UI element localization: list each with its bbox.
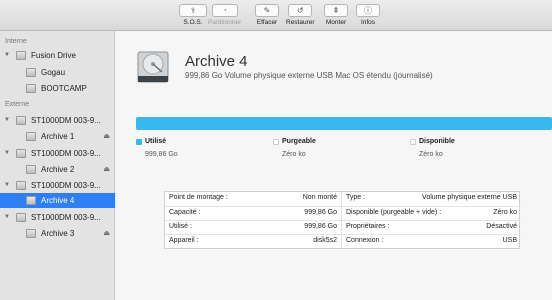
partition-icon: ◔ bbox=[211, 4, 238, 17]
eject-icon[interactable]: ⏏ bbox=[103, 162, 110, 177]
sidebar: Interne ▼ Fusion Drive Gogau BOOTCAMP Ex… bbox=[0, 31, 115, 300]
sidebar-item-archive-3[interactable]: Archive 3 ⏏ bbox=[0, 226, 115, 241]
disclosure-triangle-icon[interactable]: ▼ bbox=[4, 113, 10, 128]
info-value: Zéro ko bbox=[493, 209, 517, 216]
legend-label: Purgeable bbox=[282, 138, 316, 145]
info-key: Connexion : bbox=[346, 237, 384, 244]
sidebar-item-archive-4[interactable]: Archive 4 bbox=[0, 193, 115, 208]
eject-icon[interactable]: ⏏ bbox=[103, 226, 110, 241]
external-disk-icon bbox=[16, 116, 26, 125]
external-disk-icon bbox=[16, 181, 26, 190]
sidebar-item-archive-2[interactable]: Archive 2 ⏏ bbox=[0, 162, 115, 177]
sidebar-item-label: Archive 1 bbox=[41, 132, 75, 141]
sidebar-item-archive-1[interactable]: Archive 1 ⏏ bbox=[0, 129, 115, 144]
eject-icon[interactable]: ⏏ bbox=[103, 129, 110, 144]
sidebar-item-label: Archive 4 bbox=[41, 196, 75, 205]
sidebar-item-label: ST1000DM 003-9... bbox=[31, 213, 101, 222]
info-row: Appareil : disk5s2 Connexion : USB bbox=[165, 234, 521, 248]
info-row: Capacité : 999,86 Go Disponible (purgeab… bbox=[165, 206, 521, 220]
legend-swatch bbox=[273, 139, 279, 145]
info-key: Disponible (purgeable + vide) : bbox=[346, 209, 442, 216]
partition-label: Partitionner bbox=[208, 19, 242, 26]
info-value: disk5s2 bbox=[313, 237, 337, 244]
usage-bar bbox=[136, 117, 552, 130]
sidebar-item-label: ST1000DM 003-9... bbox=[31, 149, 101, 158]
volume-icon bbox=[26, 68, 36, 77]
info-label: Infos bbox=[360, 19, 376, 26]
legend-value: Zéro ko bbox=[282, 151, 306, 158]
sidebar-item-label: Archive 2 bbox=[41, 165, 75, 174]
sidebar-item-disk-2[interactable]: ▼ ST1000DM 003-9... bbox=[0, 146, 115, 161]
info-value: 999,86 Go bbox=[304, 223, 337, 230]
legend-value: Zéro ko bbox=[419, 151, 443, 158]
info-row: Utilisé : 999,86 Go Propriétaires : Désa… bbox=[165, 220, 521, 234]
erase-label: Effacer bbox=[256, 19, 278, 26]
info-value: 999,86 Go bbox=[304, 209, 337, 216]
volume-description: 999,86 Go Volume physique externe USB Ma… bbox=[185, 71, 433, 80]
sidebar-item-label: Gogau bbox=[41, 68, 66, 77]
mount-button[interactable]: ⇞ Monter bbox=[324, 4, 348, 26]
sidebar-item-disk-1[interactable]: ▼ ST1000DM 003-9... bbox=[0, 113, 115, 128]
sidebar-item-gogau[interactable]: Gogau bbox=[0, 65, 115, 80]
info-icon: ⓘ bbox=[356, 4, 380, 17]
partition-button[interactable]: ◔ Partitionner bbox=[208, 4, 241, 26]
volume-icon bbox=[26, 84, 36, 93]
mount-icon: ⇞ bbox=[324, 4, 348, 17]
info-key: Capacité : bbox=[169, 209, 201, 216]
sos-button[interactable]: ⚕ S.O.S. bbox=[179, 4, 207, 26]
legend-label: Disponible bbox=[419, 138, 455, 145]
sidebar-item-bootcamp[interactable]: BOOTCAMP bbox=[0, 81, 115, 96]
section-header-internal: Interne bbox=[5, 38, 27, 45]
info-value: Désactivé bbox=[486, 223, 517, 230]
info-key: Appareil : bbox=[169, 237, 199, 244]
info-divider bbox=[341, 192, 342, 248]
info-key: Propriétaires : bbox=[346, 223, 390, 230]
disclosure-triangle-icon[interactable]: ▼ bbox=[4, 210, 10, 225]
legend-label: Utilisé bbox=[145, 138, 167, 145]
mount-label: Monter bbox=[325, 19, 347, 26]
info-button[interactable]: ⓘ Infos bbox=[356, 4, 380, 26]
sidebar-item-label: Archive 3 bbox=[41, 229, 75, 238]
info-value: Volume physique externe USB bbox=[422, 194, 517, 201]
sidebar-item-disk-3[interactable]: ▼ ST1000DM 003-9... bbox=[0, 178, 115, 193]
info-key: Type : bbox=[346, 194, 366, 201]
sos-label: S.O.S. bbox=[183, 19, 203, 26]
legend-swatch bbox=[136, 139, 142, 145]
disclosure-triangle-icon[interactable]: ▼ bbox=[4, 178, 10, 193]
disclosure-triangle-icon[interactable]: ▼ bbox=[4, 146, 10, 161]
sidebar-item-fusion-drive[interactable]: ▼ Fusion Drive bbox=[0, 48, 115, 63]
external-disk-icon bbox=[16, 149, 26, 158]
restore-icon: ↺ bbox=[288, 4, 313, 17]
erase-button[interactable]: ✎ Effacer bbox=[255, 4, 279, 26]
internal-disk-icon bbox=[16, 51, 26, 60]
info-value: USB bbox=[502, 237, 517, 244]
volume-title: Archive 4 bbox=[185, 53, 248, 70]
external-disk-icon bbox=[16, 213, 26, 222]
toolbar: ⚕ S.O.S. ◔ Partitionner ✎ Effacer ↺ Rest… bbox=[0, 0, 552, 31]
info-value: Non monté bbox=[302, 194, 337, 201]
disclosure-triangle-icon[interactable]: ▼ bbox=[4, 48, 10, 63]
stethoscope-icon: ⚕ bbox=[179, 4, 207, 17]
restore-label: Restaurer bbox=[286, 19, 315, 26]
main-panel: Archive 4 999,86 Go Volume physique exte… bbox=[116, 31, 552, 300]
info-key: Point de montage : bbox=[169, 194, 228, 201]
sidebar-item-label: ST1000DM 003-9... bbox=[31, 181, 101, 190]
sidebar-item-label: Fusion Drive bbox=[31, 51, 76, 60]
volume-icon bbox=[26, 132, 36, 141]
legend-swatch bbox=[410, 139, 416, 145]
info-key: Utilisé : bbox=[169, 223, 192, 230]
sidebar-item-label: BOOTCAMP bbox=[41, 84, 87, 93]
legend-value: 999,86 Go bbox=[145, 151, 178, 158]
volume-icon bbox=[26, 229, 36, 238]
sidebar-item-label: ST1000DM 003-9... bbox=[31, 116, 101, 125]
hard-drive-icon bbox=[137, 51, 169, 83]
erase-icon: ✎ bbox=[255, 4, 279, 17]
section-header-external: Externe bbox=[5, 101, 30, 108]
info-table: Point de montage : Non monté Type : Volu… bbox=[164, 191, 521, 249]
volume-icon bbox=[26, 165, 36, 174]
volume-icon bbox=[26, 196, 36, 205]
restore-button[interactable]: ↺ Restaurer bbox=[286, 4, 315, 26]
sidebar-item-disk-4[interactable]: ▼ ST1000DM 003-9... bbox=[0, 210, 115, 225]
info-row: Point de montage : Non monté Type : Volu… bbox=[165, 192, 521, 206]
